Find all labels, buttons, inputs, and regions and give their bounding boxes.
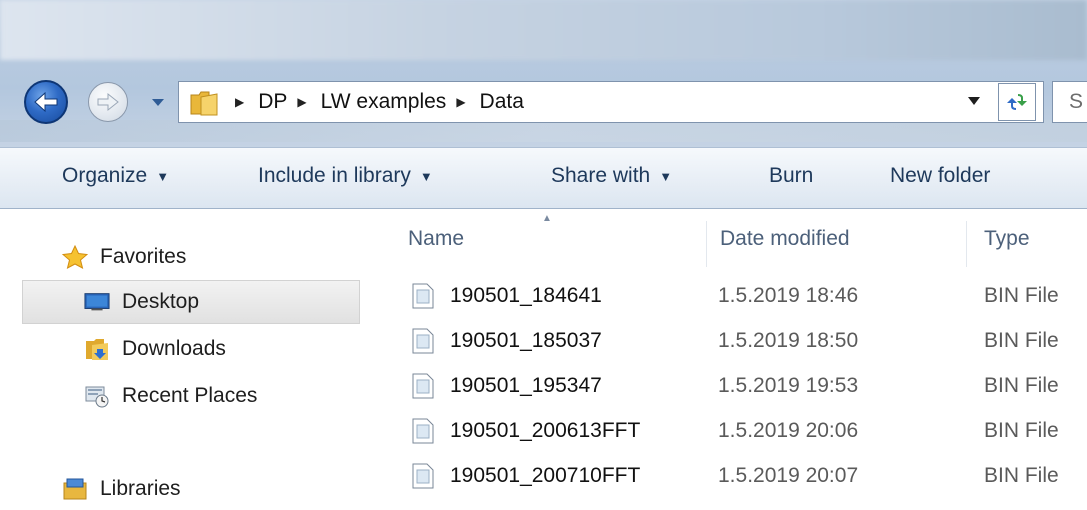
burn-button[interactable]: Burn: [769, 164, 813, 188]
file-type: BIN File: [984, 419, 1059, 442]
breadcrumb-lw-examples[interactable]: LW examples: [321, 90, 447, 114]
search-input[interactable]: S: [1052, 81, 1087, 123]
organize-button[interactable]: Organize ▼: [62, 164, 169, 188]
chevron-down-icon: ▼: [419, 168, 433, 184]
nav-item-label: Downloads: [122, 337, 226, 360]
file-icon: [412, 328, 434, 354]
file-name: 190501_184641: [450, 284, 602, 307]
nav-item-recent-places[interactable]: Recent Places: [84, 375, 257, 417]
nav-item-label: Libraries: [100, 477, 181, 500]
breadcrumb-dp[interactable]: DP: [258, 90, 287, 114]
nav-item-desktop[interactable]: Desktop: [84, 281, 199, 323]
share-with-button[interactable]: Share with ▼: [551, 164, 672, 188]
refresh-button[interactable]: [998, 83, 1036, 121]
include-in-library-button[interactable]: Include in library ▼: [258, 164, 433, 188]
address-bar[interactable]: ▶ DP ▶ LW examples ▶ Data: [178, 81, 1044, 123]
column-header-name[interactable]: Name: [408, 227, 464, 251]
file-date: 1.5.2019 18:50: [718, 329, 859, 352]
blurred-background: [0, 0, 1087, 60]
file-type: BIN File: [984, 329, 1059, 352]
recent-places-icon: [84, 384, 110, 408]
file-row[interactable]: 190501_200710FFT 1.5.2019 20:07 BIN File: [378, 455, 1087, 499]
back-arrow-icon: [34, 91, 58, 113]
file-icon: [412, 463, 434, 489]
nav-item-label: Favorites: [100, 245, 187, 268]
file-name: 190501_200710FFT: [450, 464, 641, 487]
column-header-date-modified[interactable]: Date modified: [720, 227, 850, 251]
address-dropdown-icon[interactable]: [967, 96, 981, 106]
column-divider[interactable]: [706, 221, 707, 267]
folder-icon: [190, 91, 218, 116]
window-titlebar: ▶ DP ▶ LW examples ▶ Data S: [0, 0, 1087, 147]
file-date: 1.5.2019 18:46: [718, 284, 859, 307]
chevron-down-icon: ▼: [156, 168, 170, 184]
file-type: BIN File: [984, 374, 1059, 397]
include-in-library-label: Include in library: [258, 164, 411, 187]
downloads-folder-icon: [84, 337, 110, 361]
nav-item-label: Desktop: [122, 290, 200, 313]
breadcrumb: ▶ DP ▶ LW examples ▶ Data: [231, 82, 524, 122]
file-date: 1.5.2019 20:07: [718, 464, 859, 487]
file-row[interactable]: 190501_195347 1.5.2019 19:53 BIN File: [378, 365, 1087, 409]
organize-label: Organize: [62, 164, 148, 187]
command-bar: Organize ▼ Include in library ▼ Share wi…: [0, 147, 1087, 209]
file-name: 190501_200613FFT: [450, 419, 641, 442]
nav-item-label: Recent Places: [122, 384, 258, 407]
column-divider[interactable]: [966, 221, 967, 267]
file-date: 1.5.2019 19:53: [718, 374, 859, 397]
file-name: 190501_195347: [450, 374, 602, 397]
file-type: BIN File: [984, 464, 1059, 487]
breadcrumb-data[interactable]: Data: [480, 90, 524, 114]
file-row[interactable]: 190501_200613FFT 1.5.2019 20:06 BIN File: [378, 410, 1087, 454]
chevron-down-icon: [152, 98, 164, 106]
file-type: BIN File: [984, 284, 1059, 307]
desktop-icon: [84, 290, 110, 314]
recent-pages-dropdown[interactable]: [150, 96, 166, 108]
file-date: 1.5.2019 20:06: [718, 419, 859, 442]
new-folder-button[interactable]: New folder: [890, 164, 990, 188]
breadcrumb-separator[interactable]: ▶: [456, 95, 465, 109]
sort-ascending-icon: ▲: [542, 213, 552, 224]
refresh-icon: [1007, 94, 1027, 110]
nav-item-downloads[interactable]: Downloads: [84, 328, 226, 370]
breadcrumb-separator[interactable]: ▶: [297, 95, 306, 109]
file-name: 190501_185037: [450, 329, 602, 352]
back-button[interactable]: [24, 80, 68, 124]
navigation-pane: Favorites Desktop Downloads Recent Place…: [0, 209, 378, 504]
forward-button[interactable]: [88, 82, 128, 122]
file-row[interactable]: 190501_185037 1.5.2019 18:50 BIN File: [378, 320, 1087, 364]
chevron-down-icon: ▼: [659, 168, 673, 184]
column-header-type[interactable]: Type: [984, 227, 1030, 251]
forward-arrow-icon: [97, 92, 119, 112]
file-row[interactable]: 190501_184641 1.5.2019 18:46 BIN File: [378, 275, 1087, 319]
share-with-label: Share with: [551, 164, 651, 187]
blurred-background-lower: [0, 120, 1087, 142]
libraries-icon: [62, 477, 88, 501]
file-icon: [412, 283, 434, 309]
file-list: ▲ Name Date modified Type 190501_184641 …: [378, 209, 1087, 504]
file-icon: [412, 373, 434, 399]
nav-item-favorites[interactable]: Favorites: [62, 236, 186, 278]
file-icon: [412, 418, 434, 444]
star-icon: [62, 245, 88, 269]
breadcrumb-separator[interactable]: ▶: [235, 95, 244, 109]
